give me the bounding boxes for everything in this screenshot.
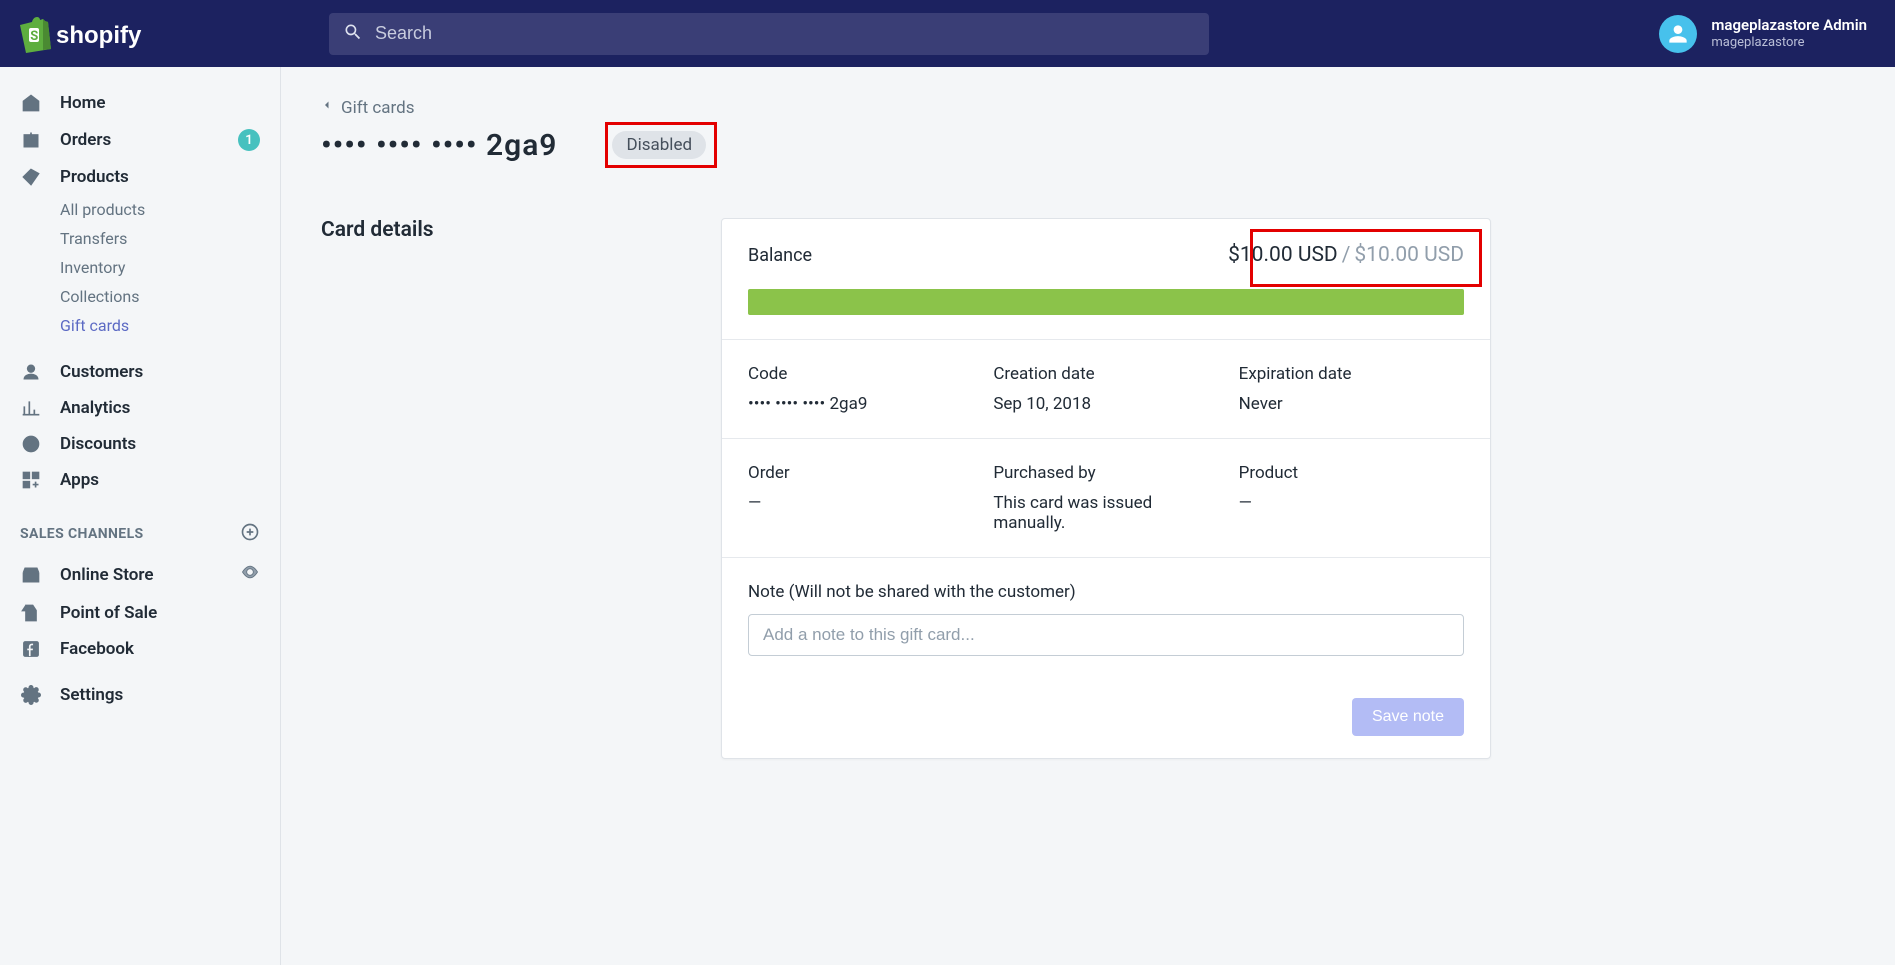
sidebar-item-label: Customers [60,362,143,382]
orders-icon [20,130,42,150]
purchased-by-label: Purchased by [993,463,1218,483]
order-value: — [748,493,973,513]
balance-progress-bar [748,289,1464,315]
search-area [293,0,1635,67]
store-name: mageplazastore [1711,35,1867,51]
breadcrumb-label: Gift cards [341,98,415,118]
code-date-section: Code •••• •••• •••• 2ga9 Creation date S… [722,340,1490,439]
pos-icon [20,603,42,623]
logo-area: S shopify [0,0,293,67]
card-details-label: Card details [321,218,691,242]
status-highlight-annotation: Disabled [605,122,717,168]
note-label: Note (Will not be shared with the custom… [748,582,1464,602]
user-text: mageplazastore Admin mageplazastore [1711,16,1867,51]
sidebar-item-label: Settings [60,685,123,705]
sidebar-item-label: Apps [60,470,99,490]
creation-date-value: Sep 10, 2018 [993,394,1218,414]
code-label: Code [748,364,973,384]
balance-value: $10.00 USD/$10.00 USD [1228,243,1464,267]
online-store-icon [20,565,42,585]
page-title-row: •••• •••• •••• 2ga9 Disabled [321,122,1855,168]
sidebar-item-facebook[interactable]: Facebook [0,631,280,667]
sidebar-item-settings[interactable]: Settings [0,677,280,713]
page-title: •••• •••• •••• 2ga9 [321,128,557,163]
order-purchase-section: Order — Purchased by This card was issue… [722,439,1490,558]
sales-channels-label: SALES CHANNELS [20,526,144,542]
analytics-icon [20,398,42,418]
sidebar-item-label: Point of Sale [60,603,157,623]
expiration-date-label: Expiration date [1239,364,1464,384]
sidebar-sub-transfers[interactable]: Transfers [0,224,280,253]
sidebar-item-label: Home [60,93,106,113]
sidebar-item-label: Analytics [60,398,130,418]
sidebar-sub-inventory[interactable]: Inventory [0,253,280,282]
sidebar-item-label: Products [60,167,129,187]
svg-text:S: S [30,29,38,44]
note-section: Note (Will not be shared with the custom… [722,558,1490,680]
sidebar-item-home[interactable]: Home [0,85,280,121]
avatar [1659,15,1697,53]
topbar: S shopify mageplazastore Admin mageplaza… [0,0,1895,67]
sidebar-item-apps[interactable]: Apps [0,462,280,498]
customers-icon [20,362,42,382]
sidebar-item-customers[interactable]: Customers [0,354,280,390]
sales-channels-header: SALES CHANNELS [0,498,280,554]
sidebar-item-products[interactable]: Products [0,159,280,195]
sidebar-item-label: Discounts [60,434,136,454]
chevron-left-icon [321,97,333,118]
product-label: Product [1239,463,1464,483]
sidebar-sub-all-products[interactable]: All products [0,195,280,224]
breadcrumb[interactable]: Gift cards [321,97,1855,118]
sidebar-item-label: Orders [60,130,111,150]
card-footer: Save note [722,680,1490,758]
shopify-logo[interactable]: S shopify [18,15,148,53]
sidebar-item-discounts[interactable]: Discounts [0,426,280,462]
home-icon [20,93,42,113]
main-content: Gift cards •••• •••• •••• 2ga9 Disabled … [281,67,1895,965]
sidebar-sub-gift-cards[interactable]: Gift cards [0,311,280,340]
user-name: mageplazastore Admin [1711,16,1867,35]
search-box[interactable] [329,13,1209,55]
balance-label: Balance [748,245,812,266]
save-note-button[interactable]: Save note [1352,698,1464,736]
product-value: — [1239,493,1464,513]
balance-original: $10.00 USD [1354,243,1464,267]
orders-badge: 1 [238,129,260,151]
sidebar-item-label: Online Store [60,565,154,585]
facebook-icon [20,639,42,659]
products-icon [20,167,42,187]
search-icon [343,22,363,46]
sidebar-item-online-store[interactable]: Online Store [0,554,280,595]
discounts-icon [20,434,42,454]
settings-icon [20,685,42,705]
code-value: •••• •••• •••• 2ga9 [748,394,973,414]
view-icon[interactable] [240,562,260,587]
sidebar-item-orders[interactable]: Orders 1 [0,121,280,159]
sidebar: Home Orders 1 Products All products Tran… [0,67,281,965]
add-channel-icon[interactable] [240,522,260,546]
search-input[interactable] [375,23,1195,44]
order-label: Order [748,463,973,483]
balance-current: $10.00 USD [1228,243,1338,267]
balance-section: Balance $10.00 USD/$10.00 USD [722,219,1490,340]
sidebar-item-label: Facebook [60,639,134,659]
expiration-date-value: Never [1239,394,1464,414]
sidebar-item-pos[interactable]: Point of Sale [0,595,280,631]
note-input[interactable] [748,614,1464,656]
svg-text:shopify: shopify [56,22,142,49]
purchased-by-value: This card was issued manually. [993,493,1218,533]
sidebar-item-analytics[interactable]: Analytics [0,390,280,426]
user-menu[interactable]: mageplazastore Admin mageplazastore [1635,15,1895,53]
status-badge: Disabled [612,131,706,159]
creation-date-label: Creation date [993,364,1218,384]
card-details-card: Balance $10.00 USD/$10.00 USD Code [721,218,1491,759]
sidebar-sub-collections[interactable]: Collections [0,282,280,311]
apps-icon [20,470,42,490]
